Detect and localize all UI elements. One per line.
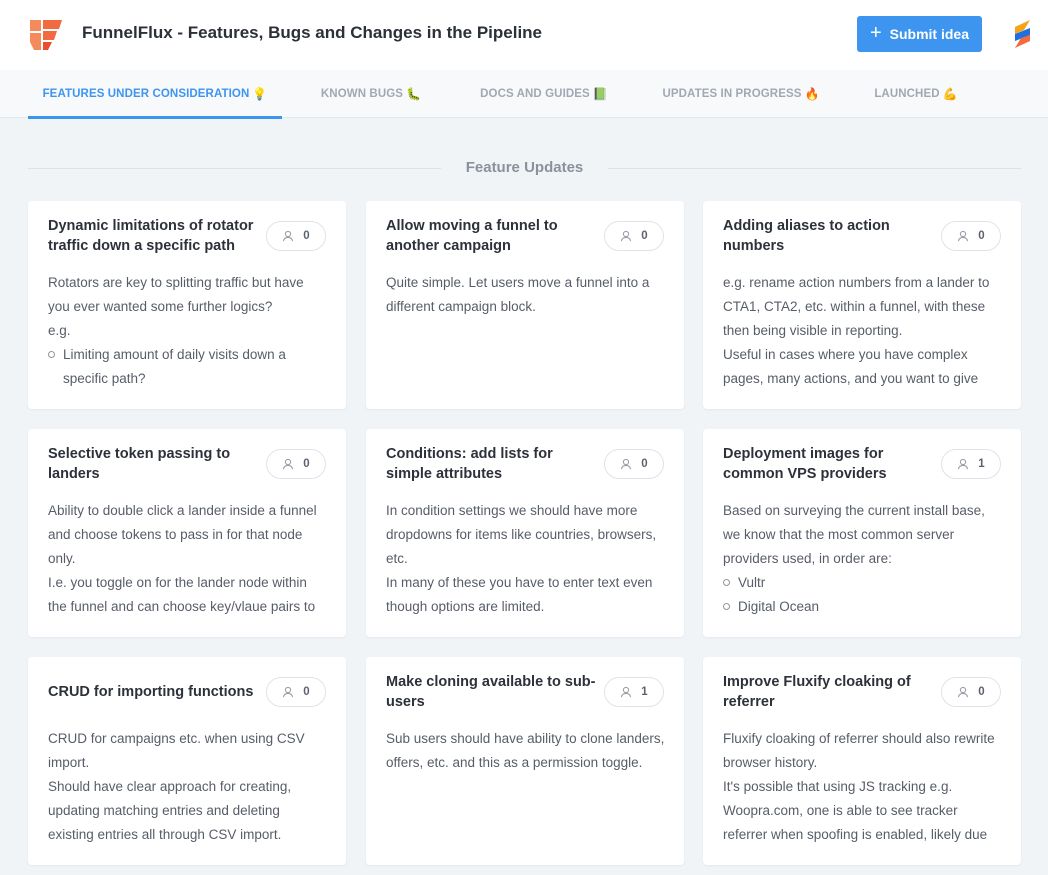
green-book-icon: 📗 (592, 87, 608, 101)
funnelflux-logo-icon[interactable] (28, 16, 64, 52)
description-paragraph: It's possible that using JS tracking e.g… (723, 779, 988, 842)
list-item: Digital Ocean (723, 595, 1003, 619)
user-icon (283, 458, 294, 470)
app-title: FunnelFlux - Features, Bugs and Changes … (82, 23, 543, 42)
description-paragraph: Quite simple. Let users move a funnel in… (386, 275, 650, 314)
feature-description: Based on surveying the current install b… (723, 499, 1003, 619)
user-icon (283, 230, 294, 242)
vote-count: 1 (978, 458, 985, 470)
user-icon (958, 230, 969, 242)
user-icon (958, 686, 969, 698)
feature-title[interactable]: Adding aliases to action numbers (723, 216, 939, 256)
tab-label: LAUNCHED (874, 88, 940, 100)
tab-launched[interactable]: LAUNCHED 💪 (856, 70, 976, 118)
description-paragraph: Useful in cases where you have complex p… (723, 347, 979, 386)
vote-button[interactable]: 0 (941, 677, 1001, 707)
user-icon (958, 458, 969, 470)
vote-count: 0 (641, 230, 648, 242)
description-paragraph: Ability to double click a lander inside … (48, 503, 317, 566)
list-item: Limiting amount of daily visits down a s… (48, 343, 328, 391)
feature-description: In condition settings we should have mor… (386, 499, 666, 619)
feature-card[interactable]: Deployment images for common VPS provide… (703, 429, 1021, 637)
feature-title[interactable]: Selective token passing to landers (48, 444, 264, 484)
feature-card[interactable]: Allow moving a funnel to another campaig… (366, 201, 684, 409)
description-paragraph: I.e. you toggle on for the lander node w… (48, 575, 316, 614)
description-paragraph: Based on surveying the current install b… (723, 503, 985, 566)
vote-count: 0 (978, 686, 985, 698)
feature-card[interactable]: Improve Fluxify cloaking of referrer 0 Flu… (703, 657, 1021, 865)
list-item: Vultr (723, 571, 1003, 595)
feature-title[interactable]: Improve Fluxify cloaking of referrer (723, 672, 939, 712)
tab-known-bugs[interactable]: KNOWN BUGS 🐛 (302, 70, 440, 118)
tab-label: UPDATES IN PROGRESS (662, 88, 802, 100)
description-paragraph: In condition settings we should have mor… (386, 503, 657, 566)
vote-count: 0 (978, 230, 985, 242)
vote-button[interactable]: 1 (604, 677, 664, 707)
user-icon (621, 230, 632, 242)
user-icon (283, 686, 294, 698)
lightbulb-icon: 💡 (252, 87, 268, 101)
feature-description: Fluxify cloaking of referrer should also… (723, 727, 1003, 847)
tab-label: KNOWN BUGS (320, 88, 404, 100)
feature-card[interactable]: CRUD for importing functions 0 CRUD for ca… (28, 657, 346, 865)
user-icon (621, 458, 632, 470)
vote-button[interactable]: 0 (266, 449, 326, 479)
description-paragraph: e.g. (48, 323, 71, 338)
vote-button[interactable]: 0 (266, 677, 326, 707)
description-paragraph: Fluxify cloaking of referrer should also… (723, 731, 995, 770)
description-paragraph: Rotators are key to splitting traffic bu… (48, 275, 304, 314)
description-list: Limiting amount of daily visits down a s… (48, 343, 328, 391)
feature-card[interactable]: Dynamic limitations of rotator traffic d… (28, 201, 346, 409)
feature-description: e.g. rename action numbers from a lander… (723, 271, 1003, 391)
feature-title[interactable]: Dynamic limitations of rotator traffic d… (48, 216, 264, 256)
feature-card[interactable]: Selective token passing to landers 0 Abili… (28, 429, 346, 637)
feature-description: Quite simple. Let users move a funnel in… (386, 271, 666, 391)
fire-icon: 🔥 (804, 87, 820, 101)
tab-bar: FEATURES UNDER CONSIDERATION 💡 KNOWN BUGS… (0, 70, 1048, 119)
feature-title[interactable]: Make cloning available to sub-users (386, 672, 602, 712)
vote-button[interactable]: 0 (941, 221, 1001, 251)
tab-label: DOCS AND GUIDES (480, 88, 590, 100)
tab-label: FEATURES UNDER CONSIDERATION (42, 88, 250, 100)
feature-title[interactable]: CRUD for importing functions (48, 682, 264, 702)
tab-features-under-consideration[interactable]: FEATURES UNDER CONSIDERATION 💡 (28, 70, 282, 119)
feature-card[interactable]: Adding aliases to action numbers 0 e.g. re… (703, 201, 1021, 409)
description-paragraph: Should have clear approach for creating,… (48, 779, 292, 842)
feature-description: Ability to double click a lander inside … (48, 499, 328, 619)
description-list: Vultr Digital Ocean (723, 571, 1003, 619)
tab-docs-and-guides[interactable]: DOCS AND GUIDES 📗 (462, 70, 626, 118)
top-bar: FunnelFlux - Features, Bugs and Changes … (0, 0, 1048, 70)
vote-count: 1 (641, 686, 648, 698)
vote-button[interactable]: 0 (604, 449, 664, 479)
description-paragraph: e.g. rename action numbers from a lander… (723, 275, 990, 338)
feature-card[interactable]: Make cloning available to sub-users 1 Sub … (366, 657, 684, 865)
flexed-biceps-icon: 💪 (942, 87, 958, 101)
plus-icon: + (869, 22, 882, 44)
vote-count: 0 (303, 686, 310, 698)
vote-button[interactable]: 0 (266, 221, 326, 251)
feature-card[interactable]: Conditions: add lists for simple attribu… (366, 429, 684, 637)
vote-count: 0 (303, 458, 310, 470)
user-icon (621, 686, 632, 698)
vote-count: 0 (641, 458, 648, 470)
sleekplan-s-icon[interactable] (1010, 18, 1034, 50)
vote-count: 0 (303, 230, 310, 242)
vote-button[interactable]: 0 (604, 221, 664, 251)
submit-idea-label: Submit idea (889, 26, 970, 42)
feature-title[interactable]: Conditions: add lists for simple attribu… (386, 444, 602, 484)
feature-description: CRUD for campaigns etc. when using CSV i… (48, 727, 328, 847)
description-paragraph: CRUD for campaigns etc. when using CSV i… (48, 731, 305, 770)
section-heading: Feature Updates (28, 156, 1021, 180)
feature-title[interactable]: Allow moving a funnel to another campaig… (386, 216, 602, 256)
description-paragraph: In many of these you have to enter text … (386, 575, 653, 614)
vote-button[interactable]: 1 (941, 449, 1001, 479)
section-title: Feature Updates (465, 159, 584, 176)
description-paragraph: Sub users should have ability to clone l… (386, 731, 665, 770)
feature-description: Sub users should have ability to clone l… (386, 727, 666, 847)
submit-idea-button[interactable]: + Submit idea (857, 16, 982, 52)
tab-updates-in-progress[interactable]: UPDATES IN PROGRESS 🔥 (646, 70, 836, 118)
feature-description: Rotators are key to splitting traffic bu… (48, 271, 328, 391)
bug-icon: 🐛 (406, 87, 422, 101)
feature-title[interactable]: Deployment images for common VPS provide… (723, 444, 939, 484)
